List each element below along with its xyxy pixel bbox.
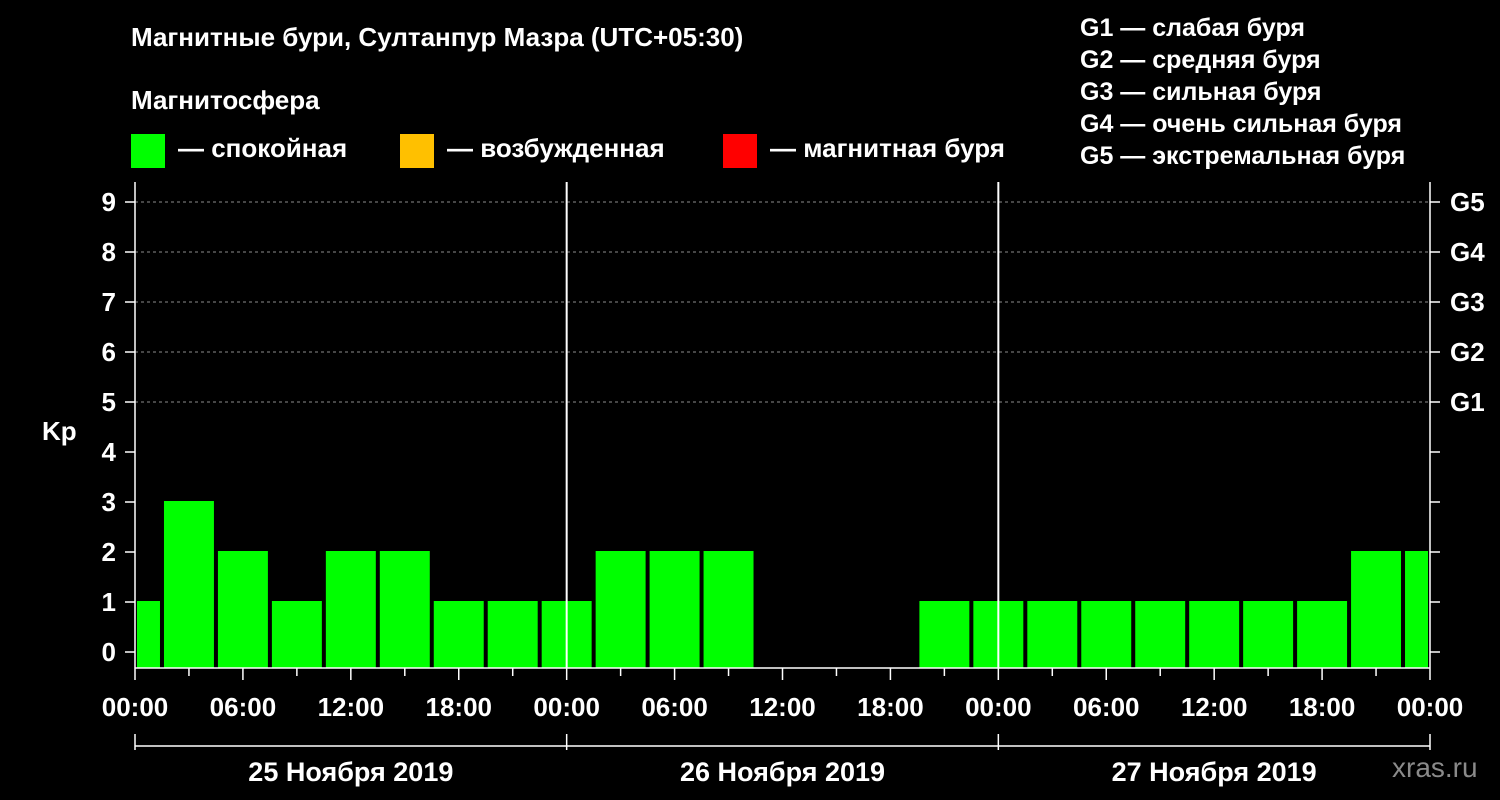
kp-bar-25 [1405, 551, 1428, 668]
y-tick-label: 4 [102, 437, 117, 467]
g-level-label: G4 [1450, 237, 1485, 267]
g-level-label: G3 [1450, 287, 1485, 317]
kp-bar-5 [325, 551, 376, 668]
y-tick-label: 0 [102, 637, 116, 667]
day-label: 26 Ноября 2019 [680, 757, 885, 787]
kp-bar-11 [649, 551, 700, 668]
kp-bar-23 [1297, 601, 1348, 668]
kp-bar-20 [1135, 601, 1186, 668]
kp-bar-4 [271, 601, 322, 668]
kp-bar-6 [379, 551, 430, 668]
y-tick-label: 8 [102, 237, 116, 267]
kp-bar-24 [1351, 551, 1402, 668]
day-label: 25 Ноября 2019 [248, 757, 453, 787]
x-tick-label: 12:00 [1181, 692, 1248, 722]
x-tick-label: 00:00 [533, 692, 600, 722]
y-tick-label: 7 [102, 287, 116, 317]
day-label: 27 Ноября 2019 [1112, 757, 1317, 787]
g-level-label: G2 [1450, 337, 1485, 367]
axis-labels: 0 1 2 3 4 5 6 7 8 9 G1 G2 G3 G4 G5 Kp 00:00 06:00 12:00 18:… [42, 187, 1485, 787]
x-tick-label: 18:00 [1289, 692, 1356, 722]
y-tick-label: 2 [102, 537, 116, 567]
x-tick-label: 00:00 [965, 692, 1032, 722]
y-tick-label: 9 [102, 187, 116, 217]
kp-chart: 0 1 2 3 4 5 6 7 8 9 G1 G2 G3 G4 G5 Kp 00:00 06:00 12:00 18:… [42, 182, 1485, 787]
g-level-label: G1 [1450, 387, 1485, 417]
y-tick-label: 6 [102, 337, 116, 367]
y-tick-label: 5 [102, 387, 116, 417]
kp-bar-2 [163, 501, 214, 668]
y-axis-label: Kp [42, 416, 77, 446]
y-tick-label: 3 [102, 487, 116, 517]
chart-axes [125, 182, 1440, 750]
grid-lines [135, 201, 1430, 403]
kp-bars [137, 501, 1428, 668]
kp-bar-16 [919, 601, 970, 668]
x-tick-label: 00:00 [1397, 692, 1464, 722]
x-tick-label: 18:00 [426, 692, 493, 722]
x-tick-label: 06:00 [210, 692, 277, 722]
watermark: xras.ru [1392, 752, 1478, 783]
kp-bar-10 [595, 551, 646, 668]
kp-bar-19 [1081, 601, 1132, 668]
kp-bar-1 [137, 601, 160, 668]
kp-bar-3 [217, 551, 268, 668]
kp-bar-12 [703, 551, 754, 668]
kp-bar-22 [1243, 601, 1294, 668]
y-tick-label: 1 [102, 587, 116, 617]
x-tick-label: 06:00 [641, 692, 708, 722]
kp-bar-18 [1027, 601, 1078, 668]
kp-bar-7 [433, 601, 484, 668]
x-tick-label: 18:00 [857, 692, 924, 722]
kp-bar-8 [487, 601, 538, 668]
x-tick-label: 12:00 [318, 692, 385, 722]
kp-bar-21 [1189, 601, 1240, 668]
g-level-label: G5 [1450, 187, 1485, 217]
x-tick-label: 00:00 [102, 692, 169, 722]
x-tick-label: 06:00 [1073, 692, 1140, 722]
x-tick-label: 12:00 [749, 692, 816, 722]
